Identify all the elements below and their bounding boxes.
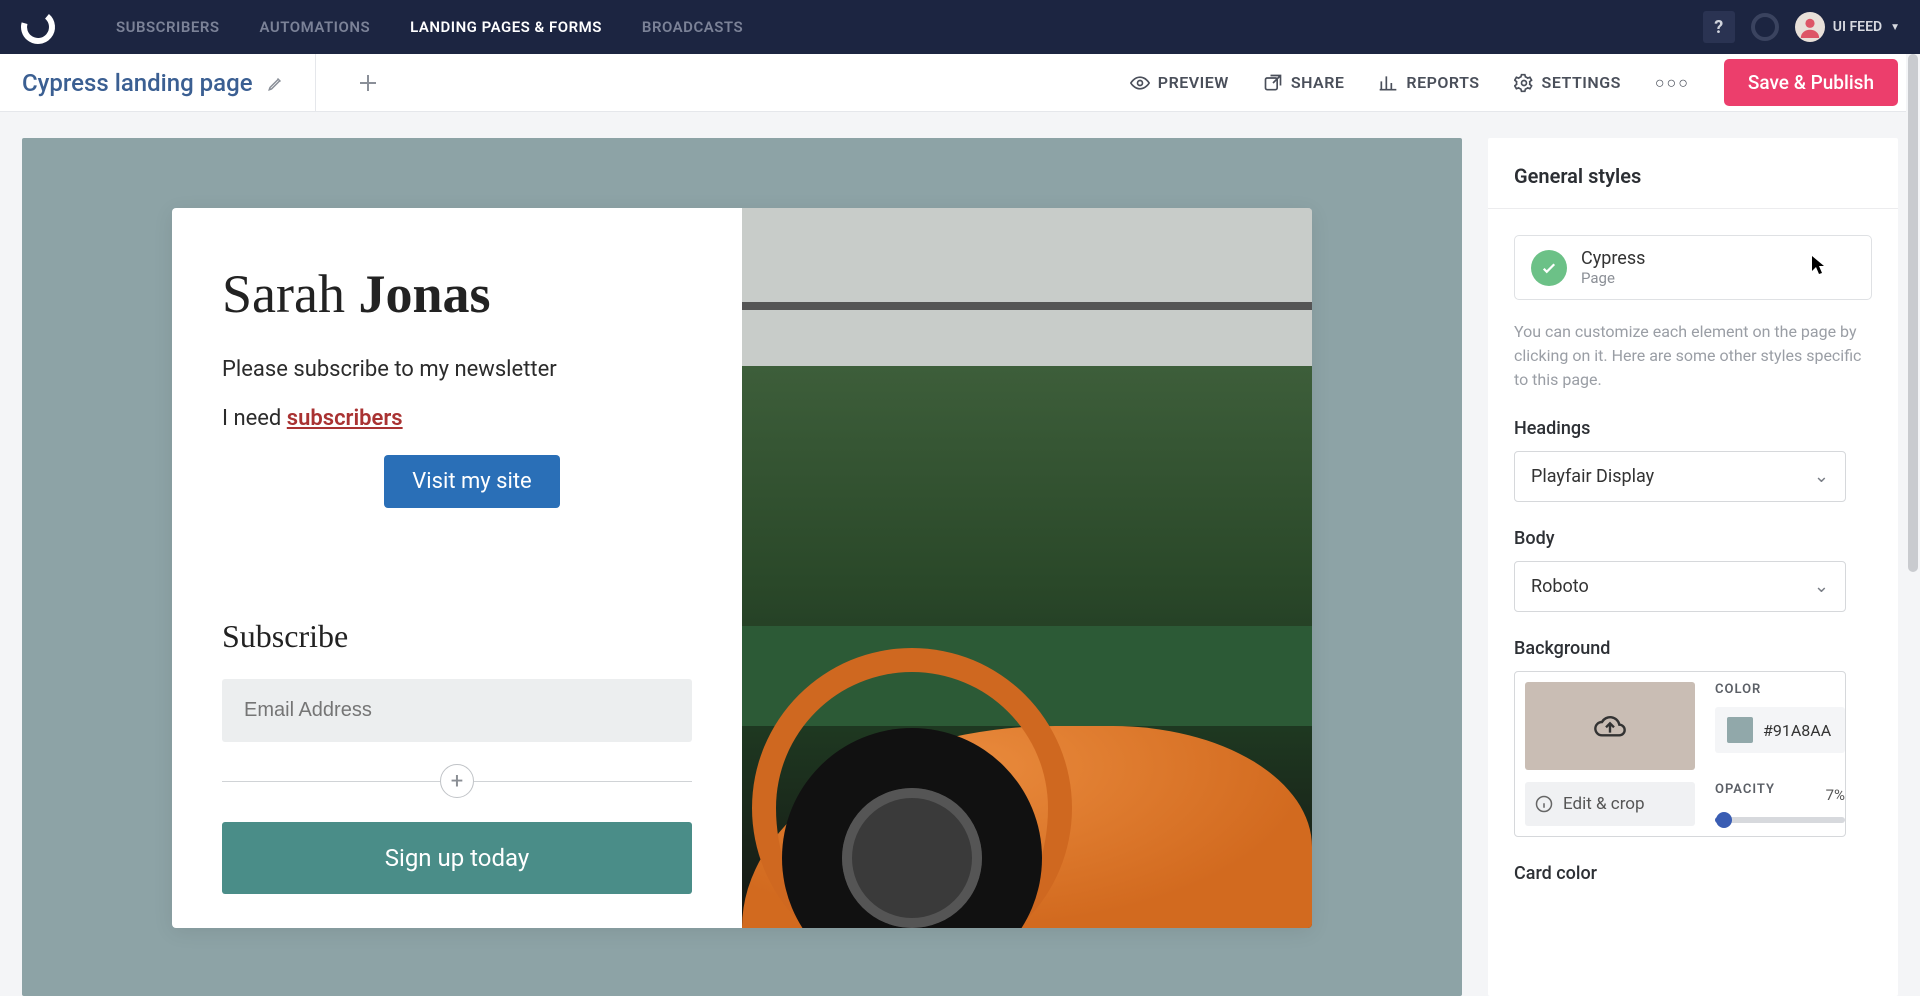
nav-automations[interactable]: AUTOMATIONS — [260, 18, 371, 36]
info-icon — [1535, 795, 1553, 813]
divider-line — [474, 781, 692, 782]
headings-label: Headings — [1514, 418, 1872, 439]
color-label: COLOR — [1715, 682, 1845, 697]
nav-subscribers[interactable]: SUBSCRIBERS — [116, 18, 220, 36]
opacity-slider[interactable] — [1715, 817, 1845, 823]
top-nav-links: SUBSCRIBERS AUTOMATIONS LANDING PAGES & … — [116, 18, 743, 36]
background-label: Background — [1514, 638, 1872, 659]
nav-broadcasts[interactable]: BROADCASTS — [642, 18, 743, 36]
body-label: Body — [1514, 528, 1872, 549]
body-value: Roboto — [1531, 576, 1589, 597]
more-menu[interactable]: ○○○ — [1655, 73, 1690, 93]
style-panel: General styles Cypress Page You can cust… — [1488, 138, 1898, 996]
gear-icon — [1514, 73, 1534, 93]
selected-sub: Page — [1581, 269, 1645, 287]
background-box: COLOR #91A8AA Edit & crop OPACITY 7% — [1514, 671, 1846, 837]
bg-car — [742, 640, 1312, 928]
check-icon — [1531, 250, 1567, 286]
share-icon — [1263, 73, 1283, 93]
scrollbar[interactable] — [1906, 54, 1920, 996]
reports-button[interactable]: REPORTS — [1378, 73, 1479, 93]
background-upload[interactable] — [1525, 682, 1695, 770]
headings-value: Playfair Display — [1531, 466, 1654, 487]
panel-description: You can customize each element on the pa… — [1514, 320, 1872, 392]
subheadline[interactable]: Please subscribe to my newsletter — [222, 357, 692, 382]
card-color-label: Card color — [1514, 863, 1872, 884]
body-select[interactable]: Roboto ⌄ — [1514, 561, 1846, 612]
edit-crop-button[interactable]: Edit & crop — [1525, 782, 1695, 826]
save-publish-button[interactable]: Save & Publish — [1724, 59, 1898, 106]
preview-label: PREVIEW — [1158, 73, 1229, 92]
avatar — [1795, 12, 1825, 42]
add-field-button[interactable]: + — [440, 764, 474, 798]
settings-label: SETTINGS — [1542, 73, 1621, 92]
panel-title: General styles — [1488, 164, 1898, 209]
selected-element[interactable]: Cypress Page — [1514, 235, 1872, 300]
visit-site-button[interactable]: Visit my site — [384, 455, 559, 508]
chart-icon — [1378, 73, 1398, 93]
upload-icon — [1594, 710, 1626, 742]
opacity-label: OPACITY — [1715, 782, 1775, 797]
cursor-icon — [1811, 255, 1825, 280]
opacity-value: 7% — [1826, 786, 1845, 804]
need-link[interactable]: subscribers — [287, 406, 403, 431]
top-nav: SUBSCRIBERS AUTOMATIONS LANDING PAGES & … — [0, 0, 1920, 54]
headings-select[interactable]: Playfair Display ⌄ — [1514, 451, 1846, 502]
logo[interactable] — [20, 9, 56, 45]
bg-railing — [742, 302, 1312, 310]
slider-knob[interactable] — [1716, 812, 1732, 828]
opacity-section: OPACITY 7% — [1715, 782, 1845, 823]
selected-name: Cypress — [1581, 248, 1645, 269]
main-area: Sarah Jonas Please subscribe to my newsl… — [0, 112, 1920, 996]
sub-toolbar: Cypress landing page PREVIEW SHARE REPOR… — [0, 54, 1920, 112]
chevron-down-icon: ⌄ — [1814, 576, 1829, 597]
rename-icon[interactable] — [267, 74, 285, 92]
chevron-down-icon: ⌄ — [1814, 466, 1829, 487]
add-page-button[interactable] — [356, 71, 380, 95]
help-button[interactable]: ? — [1703, 11, 1735, 43]
status-ring-icon[interactable] — [1751, 13, 1779, 41]
headline-first: Sarah — [222, 264, 358, 324]
reports-label: REPORTS — [1406, 73, 1479, 92]
headline[interactable]: Sarah Jonas — [222, 263, 692, 325]
settings-button[interactable]: SETTINGS — [1514, 73, 1621, 93]
add-field-divider: + — [222, 764, 692, 798]
color-chip[interactable]: #91A8AA — [1715, 707, 1845, 753]
edit-crop-label: Edit & crop — [1563, 794, 1645, 814]
landing-card[interactable]: Sarah Jonas Please subscribe to my newsl… — [172, 208, 1312, 928]
card-image[interactable] — [742, 208, 1312, 928]
color-hex: #91A8AA — [1763, 721, 1831, 740]
caret-down-icon: ▼ — [1890, 22, 1900, 33]
nav-landing-pages[interactable]: LANDING PAGES & FORMS — [410, 18, 602, 36]
need-line[interactable]: I need subscribers — [222, 406, 692, 431]
subscribe-heading[interactable]: Subscribe — [222, 618, 692, 655]
card-left: Sarah Jonas Please subscribe to my newsl… — [172, 208, 742, 928]
preview-button[interactable]: PREVIEW — [1130, 73, 1229, 93]
signup-button[interactable]: Sign up today — [222, 822, 692, 894]
need-prefix: I need — [222, 406, 287, 431]
account-name: UI FEED — [1833, 19, 1882, 35]
account-menu[interactable]: UI FEED ▼ — [1795, 12, 1900, 42]
divider-line — [222, 781, 440, 782]
headline-bold: Jonas — [358, 264, 490, 324]
bg-building — [742, 208, 1312, 366]
share-button[interactable]: SHARE — [1263, 73, 1345, 93]
page-title: Cypress landing page — [22, 69, 253, 97]
scrollbar-thumb[interactable] — [1908, 54, 1918, 572]
color-section: COLOR #91A8AA — [1715, 682, 1845, 753]
canvas[interactable]: Sarah Jonas Please subscribe to my newsl… — [22, 138, 1462, 996]
email-input[interactable] — [222, 679, 692, 742]
eye-icon — [1130, 73, 1150, 93]
color-swatch — [1727, 717, 1753, 743]
share-label: SHARE — [1291, 73, 1345, 92]
